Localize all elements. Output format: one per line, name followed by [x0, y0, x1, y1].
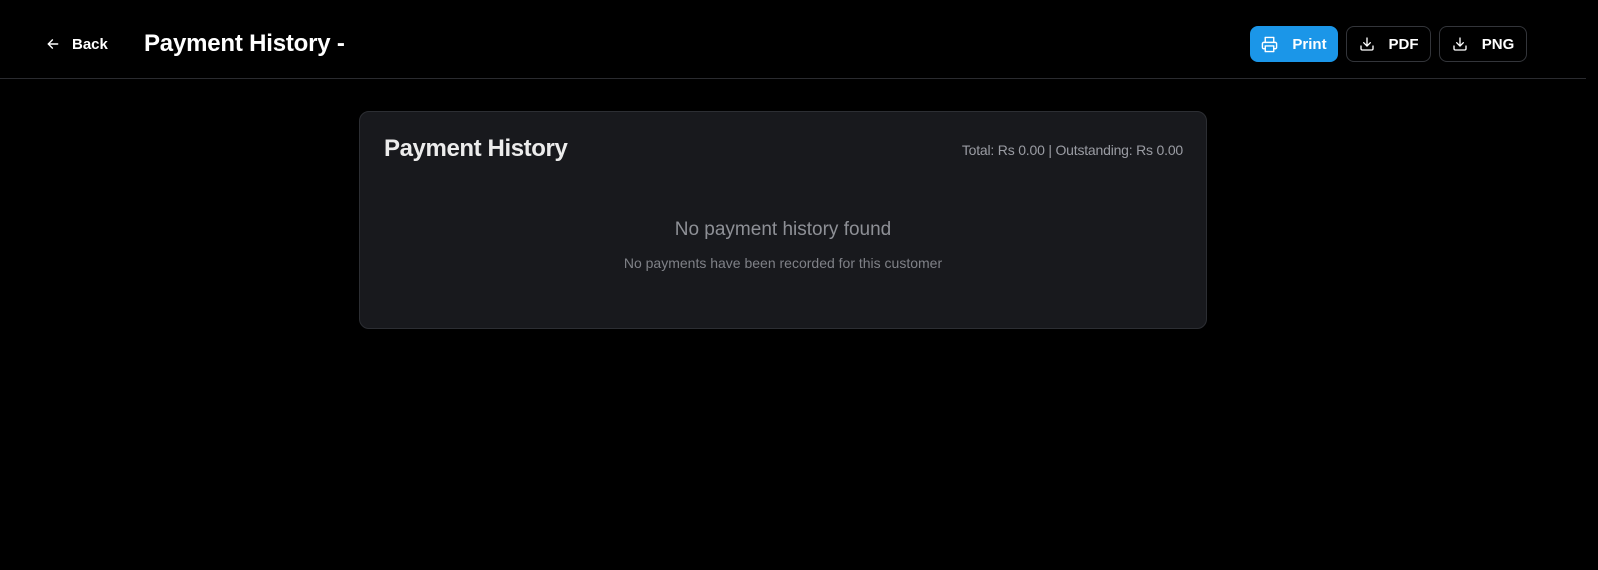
print-button[interactable]: Print: [1250, 26, 1338, 62]
pdf-button-label: PDF: [1388, 35, 1419, 53]
png-button-label: PNG: [1481, 35, 1515, 53]
back-button[interactable]: Back: [46, 27, 108, 61]
download-png-button[interactable]: PNG: [1439, 26, 1527, 62]
download-icon: [1359, 36, 1375, 52]
empty-state-title: No payment history found: [674, 219, 892, 240]
download-icon: [1452, 36, 1468, 52]
page-title: Payment History -: [144, 30, 345, 57]
download-pdf-button[interactable]: PDF: [1346, 26, 1431, 62]
arrow-left-icon: [46, 37, 60, 51]
back-label: Back: [72, 35, 108, 53]
card-title: Payment History: [384, 135, 568, 162]
printer-icon: [1261, 36, 1278, 53]
payment-summary: Total: Rs 0.00 | Outstanding: Rs 0.00: [961, 142, 1183, 158]
payment-history-card: Payment History Total: Rs 0.00 | Outstan…: [359, 111, 1207, 329]
print-button-label: Print: [1292, 35, 1327, 53]
empty-state-subtitle: No payments have been recorded for this …: [623, 255, 943, 271]
top-bar: Back Payment History - Print PDF PNG: [0, 0, 1586, 79]
